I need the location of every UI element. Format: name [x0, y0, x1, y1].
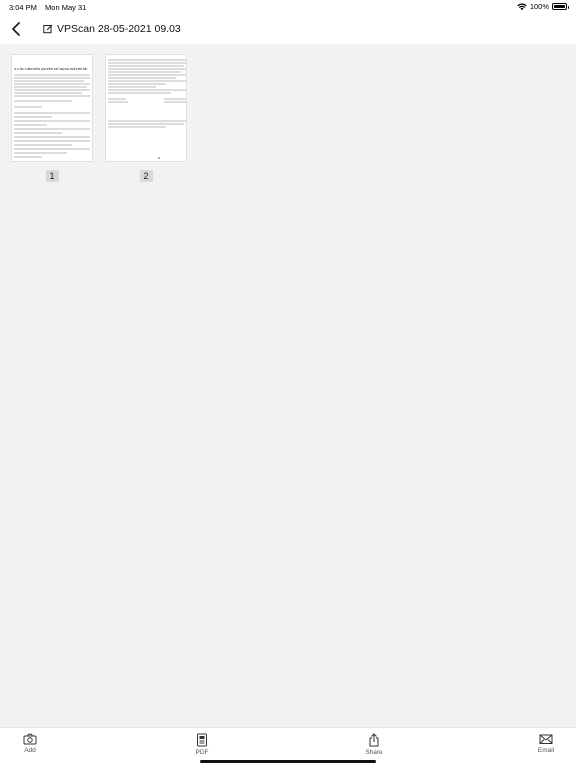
status-time: 3:04 PM: [9, 3, 37, 12]
thumb-heading: Y CẦU CHUYỂN QUYỀN SỬ DỤNG ĐẤT BÌ NỀ: [14, 66, 88, 71]
envelope-icon: [539, 734, 553, 744]
document-title-button[interactable]: VPScan 28-05-2021 09.03: [43, 23, 181, 35]
page-grid: Y CẦU CHUYỂN QUYỀN SỬ DỤNG ĐẤT BÌ NỀ 1 2: [0, 44, 576, 727]
page-item[interactable]: Y CẦU CHUYỂN QUYỀN SỬ DỤNG ĐẤT BÌ NỀ 1: [11, 54, 93, 182]
email-button[interactable]: Email: [526, 733, 566, 754]
status-left: 3:04 PM Mon May 31: [9, 3, 92, 12]
page-number-badge: 1: [45, 170, 59, 182]
pdf-button[interactable]: PDF: [182, 733, 222, 756]
battery-icon: [552, 3, 569, 10]
camera-icon: [23, 733, 37, 745]
pdf-document-icon: [197, 733, 207, 747]
page-item[interactable]: 2: [105, 54, 187, 182]
share-icon: [369, 733, 379, 747]
add-button[interactable]: Add: [10, 733, 50, 754]
status-date: Mon May 31: [45, 3, 87, 12]
page-number-badge: 2: [139, 170, 153, 182]
share-button[interactable]: Share: [354, 733, 394, 756]
add-label: Add: [24, 747, 36, 754]
page-thumbnail-image: Y CẦU CHUYỂN QUYỀN SỬ DỤNG ĐẤT BÌ NỀ: [14, 66, 90, 158]
email-label: Email: [537, 747, 555, 754]
page-thumbnail[interactable]: [105, 54, 187, 162]
document-title: VPScan 28-05-2021 09.03: [57, 23, 181, 35]
bottom-toolbar: Add PDF Share Email: [0, 727, 576, 768]
pdf-label: PDF: [195, 749, 209, 756]
nav-bar: VPScan 28-05-2021 09.03: [0, 14, 576, 44]
home-indicator[interactable]: [200, 760, 376, 763]
page-thumbnail-image: [108, 59, 186, 159]
edit-square-icon: [43, 24, 53, 34]
page-thumbnail[interactable]: Y CẦU CHUYỂN QUYỀN SỬ DỤNG ĐẤT BÌ NỀ: [11, 54, 93, 162]
status-right: 100%: [517, 2, 569, 11]
battery-percent: 100%: [529, 2, 549, 11]
battery-fill: [554, 5, 565, 8]
back-button[interactable]: [8, 20, 26, 38]
status-bar: 3:04 PM Mon May 31 100%: [0, 0, 576, 14]
chevron-left-icon: [12, 22, 20, 36]
wifi-icon: [517, 3, 527, 10]
share-label: Share: [365, 749, 383, 756]
